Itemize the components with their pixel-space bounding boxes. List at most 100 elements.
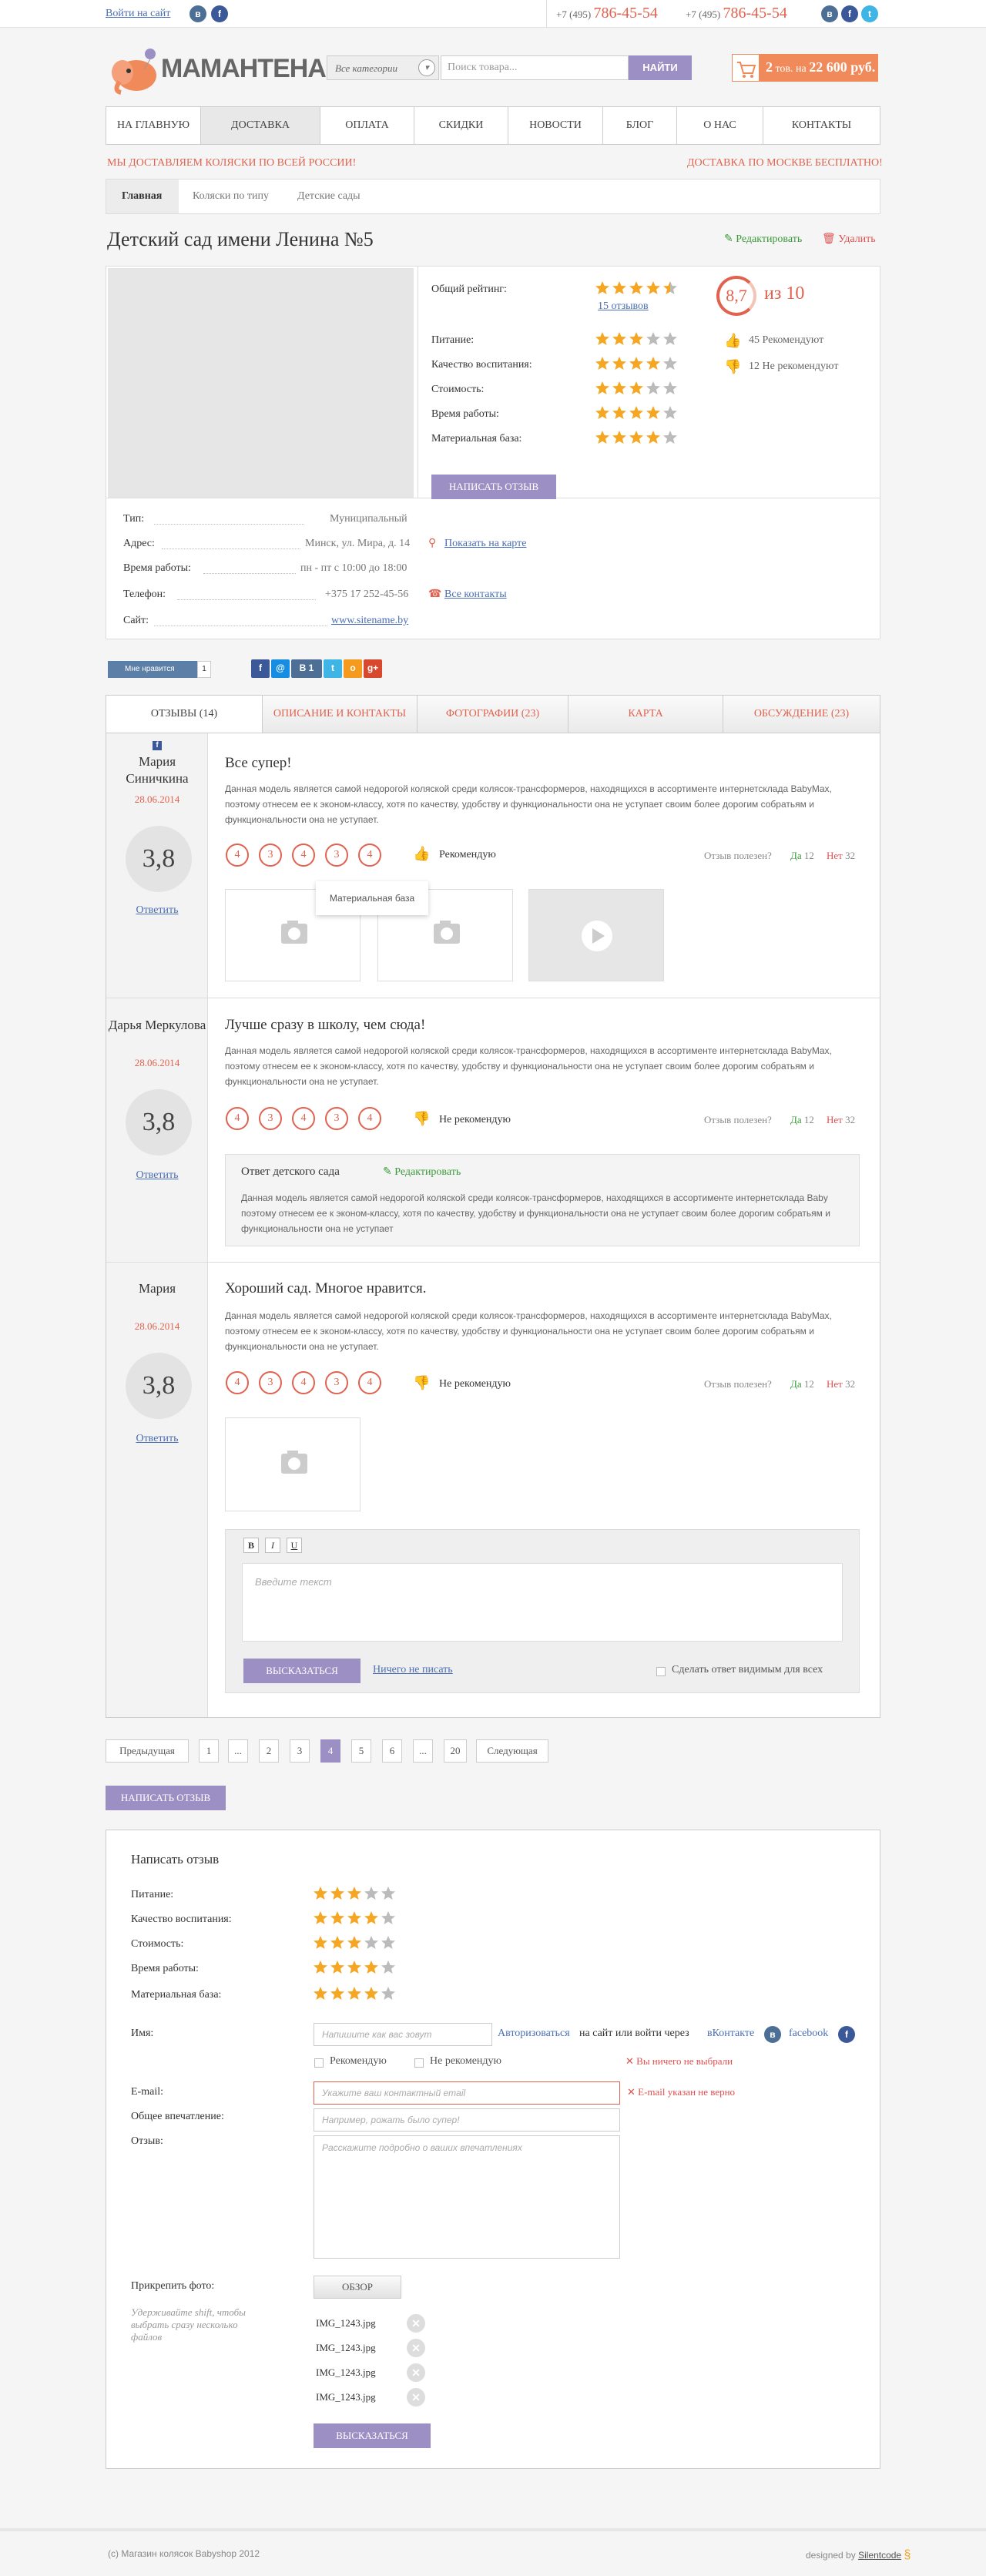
category-select[interactable]: Все категории ▾ [327, 55, 439, 80]
star-icon[interactable] [330, 1886, 345, 1901]
reply-link[interactable]: Ответить [106, 1433, 208, 1445]
star-icon[interactable] [330, 1935, 345, 1950]
page-button[interactable]: 2 [259, 1739, 279, 1763]
facebook-icon[interactable]: f [211, 5, 228, 22]
star-icon[interactable] [330, 1910, 345, 1926]
star-icon[interactable] [313, 1960, 328, 1975]
edit-link[interactable]: ✎ Редактировать [724, 233, 802, 246]
write-review-button-2[interactable]: НАПИСАТЬ ОТЗЫВ [106, 1786, 226, 1810]
answer-edit-link[interactable]: ✎ Редактировать [383, 1166, 461, 1179]
nav-item-discounts[interactable]: СКИДКИ [414, 107, 508, 144]
reply-textarea[interactable]: Введите текст [242, 1563, 843, 1642]
breadcrumb-home[interactable]: Главная [122, 190, 162, 203]
submit-reply-button[interactable]: ВЫСКАЗАТЬСЯ [243, 1659, 361, 1683]
tab-photos[interactable]: ФОТОГРАФИИ (23) [418, 696, 568, 733]
remove-file-icon[interactable]: ✕ [407, 2314, 425, 2333]
cancel-reply-link[interactable]: Ничего не писать [373, 1664, 453, 1676]
form-rating-stars[interactable] [313, 1986, 397, 2001]
useful-yes[interactable]: Да 12 [790, 1114, 814, 1126]
show-on-map-link[interactable]: Показать на карте [444, 538, 526, 550]
useful-no[interactable]: Нет 32 [827, 1114, 855, 1126]
reviews-count-link[interactable]: 15 отзывов [598, 300, 649, 313]
form-rating-stars[interactable] [313, 1960, 397, 1975]
reply-link[interactable]: Ответить [106, 1169, 208, 1182]
vk-icon[interactable]: в [821, 5, 838, 22]
useful-no[interactable]: Нет 32 [827, 1378, 855, 1390]
page-button[interactable]: 3 [290, 1739, 310, 1763]
rating-mark[interactable]: 3 [259, 844, 282, 867]
nav-item-about[interactable]: О НАС [677, 107, 763, 144]
facebook-share-icon[interactable]: f [251, 659, 270, 678]
tab-reviews[interactable]: ОТЗЫВЫ (14) [106, 696, 263, 733]
star-icon[interactable] [364, 1986, 379, 2001]
star-icon[interactable] [313, 1886, 328, 1901]
star-icon[interactable] [313, 1935, 328, 1950]
login-link[interactable]: Войти на сайт [106, 8, 170, 20]
impression-input[interactable]: Например, рожать было супер! [314, 2108, 620, 2132]
tab-discussion[interactable]: ОБСУЖДЕНИЕ (23) [723, 696, 880, 733]
useful-no[interactable]: Нет 32 [827, 850, 855, 862]
page-button[interactable]: 20 [444, 1739, 467, 1763]
rating-mark[interactable]: 4 [226, 844, 249, 867]
logo[interactable]: МАМАНТЕНА [106, 46, 327, 96]
remove-file-icon[interactable]: ✕ [407, 2363, 425, 2382]
vk-share-icon[interactable]: В 1 [291, 659, 322, 678]
main-photo[interactable] [108, 268, 414, 498]
twitter-icon[interactable]: t [861, 5, 878, 22]
google-plus-share-icon[interactable]: g+ [364, 659, 382, 678]
rating-mark[interactable]: 4 [358, 1371, 381, 1394]
star-icon[interactable] [347, 1986, 362, 2001]
tab-description[interactable]: ОПИСАНИЕ И КОНТАКТЫ [263, 696, 418, 733]
italic-button[interactable]: I [265, 1538, 280, 1553]
star-icon[interactable] [364, 1935, 379, 1950]
cart-button[interactable]: 2 тов. на 22 600 руб. [732, 54, 878, 82]
vk-login-link[interactable]: вКонтакте [707, 2028, 754, 2040]
rating-mark[interactable]: 3 [259, 1107, 282, 1130]
star-icon[interactable] [381, 1986, 396, 2001]
twitter-share-icon[interactable]: t [324, 659, 342, 678]
search-input[interactable]: Поиск товара... [441, 55, 629, 80]
rating-mark[interactable]: 4 [358, 844, 381, 867]
nav-item-blog[interactable]: БЛОГ [603, 107, 677, 144]
star-icon[interactable] [347, 1886, 362, 1901]
star-icon[interactable] [347, 1935, 362, 1950]
page-button[interactable]: 5 [351, 1739, 371, 1763]
write-review-button[interactable]: НАПИСАТЬ ОТЗЫВ [431, 475, 556, 499]
rating-mark[interactable]: 4 [292, 1371, 315, 1394]
rating-mark[interactable]: 4 [292, 1107, 315, 1130]
form-rating-stars[interactable] [313, 1910, 397, 1926]
useful-yes[interactable]: Да 12 [790, 850, 814, 862]
page-button-active[interactable]: 4 [320, 1739, 340, 1763]
bold-button[interactable]: B [243, 1538, 259, 1553]
submit-review-button[interactable]: ВЫСКАЗАТЬСЯ [314, 2423, 431, 2448]
remove-file-icon[interactable]: ✕ [407, 2388, 425, 2407]
remove-file-icon[interactable]: ✕ [407, 2339, 425, 2357]
form-rating-stars[interactable] [313, 1935, 397, 1950]
star-icon[interactable] [381, 1960, 396, 1975]
star-icon[interactable] [313, 1986, 328, 2001]
rating-mark[interactable]: 3 [325, 1107, 348, 1130]
delete-link[interactable]: 🗑 Удалить [822, 233, 876, 246]
page-button[interactable]: 1 [199, 1739, 219, 1763]
next-page-button[interactable]: Следующая [476, 1739, 548, 1763]
vk-icon[interactable]: в [189, 5, 206, 22]
prev-page-button[interactable]: Предыдущая [106, 1739, 189, 1763]
nav-item-payment[interactable]: ОПЛАТА [320, 107, 414, 144]
star-icon[interactable] [381, 1910, 396, 1926]
studio-link[interactable]: Silentcode [858, 2550, 901, 2561]
all-contacts-link[interactable]: Все контакты [444, 589, 507, 601]
visible-checkbox[interactable] [656, 1667, 666, 1676]
rating-mark[interactable]: 4 [292, 844, 315, 867]
search-button[interactable]: НАЙТИ [629, 55, 692, 80]
useful-yes[interactable]: Да 12 [790, 1378, 814, 1390]
form-rating-stars[interactable] [313, 1886, 397, 1901]
tab-map[interactable]: КАРТА [568, 696, 723, 733]
nav-item-contacts[interactable]: КОНТАКТЫ [763, 107, 880, 144]
not-recommend-checkbox[interactable] [414, 2058, 424, 2068]
star-icon[interactable] [330, 1960, 345, 1975]
review-textarea[interactable]: Расскажите подробно о ваших впечатлениях [314, 2135, 620, 2259]
rating-mark[interactable]: 4 [226, 1371, 249, 1394]
login-link[interactable]: Авторизоваться [498, 2028, 570, 2040]
star-icon[interactable] [330, 1986, 345, 2001]
rating-mark[interactable]: 4 [358, 1107, 381, 1130]
